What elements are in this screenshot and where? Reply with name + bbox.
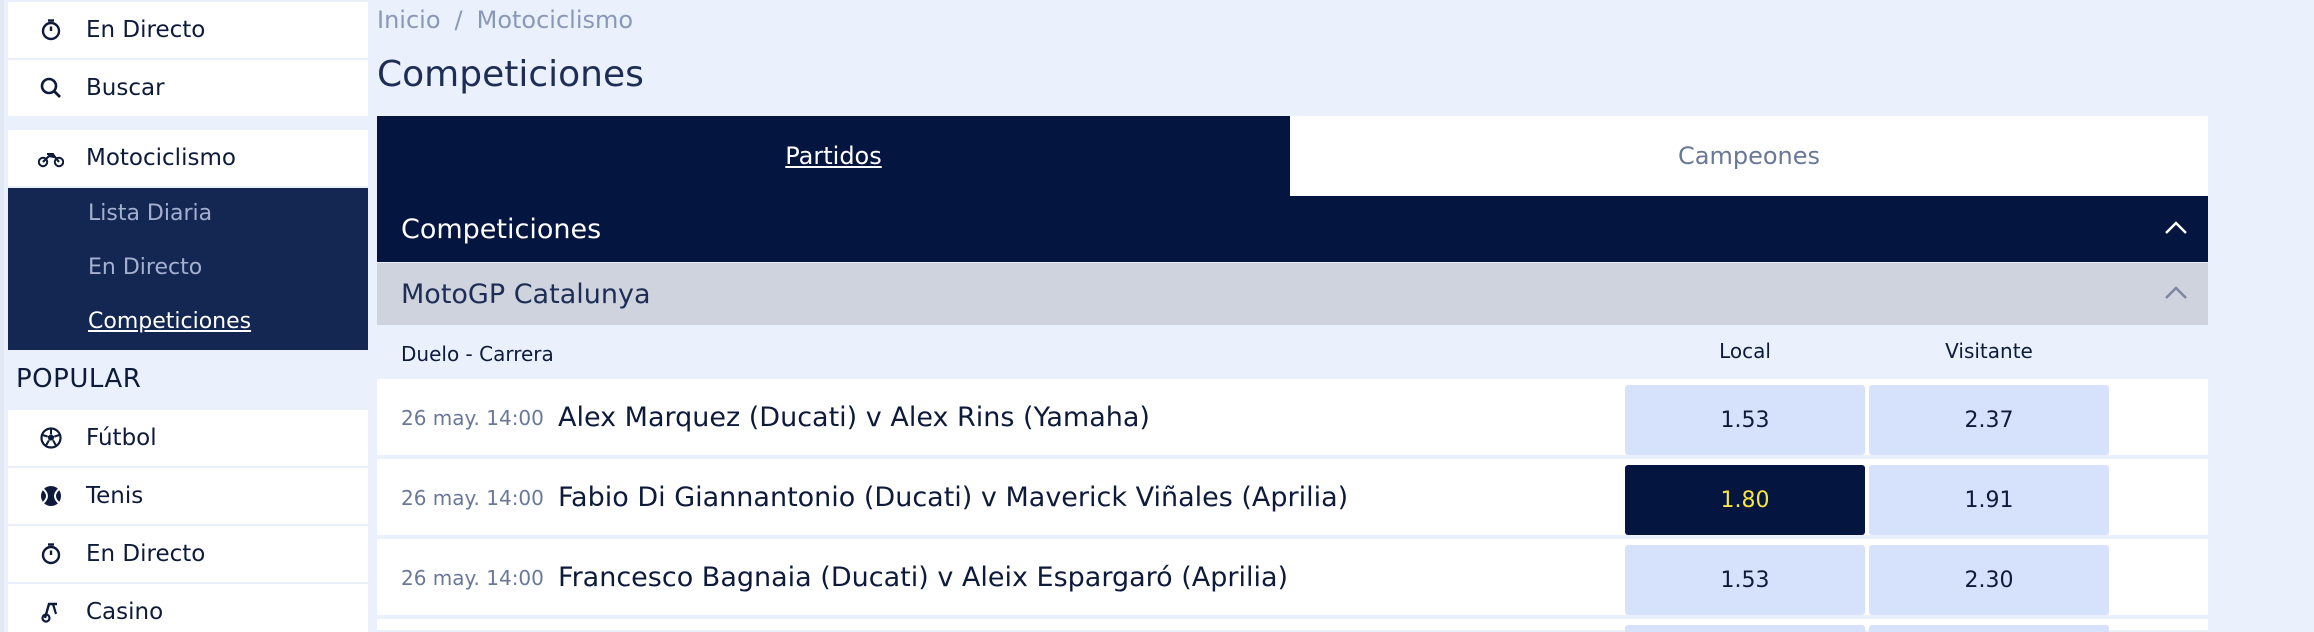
breadcrumb: Inicio / Motociclismo	[377, 6, 633, 34]
sidebar-item-label: En Directo	[86, 17, 206, 43]
event-name[interactable]: Fabio Di Giannantonio (Ducati) v Maveric…	[558, 482, 1348, 513]
column-away-label: Visitante	[1945, 339, 2033, 363]
popular-section-title: POPULAR	[16, 364, 142, 394]
stopwatch-icon	[36, 15, 66, 45]
event-row-partial	[377, 619, 2208, 632]
sidebar-item-label: Fútbol	[86, 425, 157, 451]
chevron-up-icon[interactable]	[2164, 220, 2188, 239]
market-header: Duelo - Carrera Local Visitante	[377, 325, 2208, 379]
competition-group-header[interactable]: MotoGP Catalunya	[377, 263, 2208, 325]
search-icon	[36, 73, 66, 103]
sidebar-item-label: Buscar	[86, 75, 165, 101]
odds-button-away[interactable]	[1869, 625, 2109, 632]
odds-button-away[interactable]: 2.30	[1869, 545, 2109, 615]
sidebar-item-label: En Directo	[86, 541, 206, 567]
event-name[interactable]: Alex Marquez (Ducati) v Alex Rins (Yamah…	[558, 402, 1150, 433]
page-title: Competiciones	[377, 54, 644, 95]
stopwatch-icon	[36, 539, 66, 569]
sidebar-subitem-competitions[interactable]: Competiciones	[88, 309, 251, 334]
breadcrumb-separator: /	[454, 6, 463, 34]
sidebar-subitem-daily-list[interactable]: Lista Diaria	[88, 201, 212, 226]
tab-champions[interactable]: Campeones	[1290, 116, 2208, 196]
event-row[interactable]: 26 may. 14:00 Alex Marquez (Ducati) v Al…	[377, 379, 2208, 457]
tab-matches[interactable]: Partidos	[377, 116, 1290, 196]
tabs: Partidos Campeones	[377, 116, 2208, 196]
odds-button-away[interactable]: 1.91	[1869, 465, 2109, 535]
odds-button-local[interactable]: 1.53	[1625, 545, 1865, 615]
sidebar-item-motorcycling[interactable]: Motociclismo	[8, 130, 368, 188]
event-time: 26 may. 14:00	[401, 566, 544, 590]
odds-button-local-selected[interactable]: 1.80	[1625, 465, 1865, 535]
sidebar-item-label: Motociclismo	[86, 145, 236, 171]
odds-button-local[interactable]: 1.53	[1625, 385, 1865, 455]
sidebar-item-label: Tenis	[86, 483, 144, 509]
column-local-label: Local	[1719, 339, 1771, 363]
sidebar-item-live-popular[interactable]: En Directo	[8, 526, 368, 584]
sidebar-item-label: Casino	[86, 599, 164, 625]
sidebar-item-search[interactable]: Buscar	[8, 60, 368, 118]
event-time: 26 may. 14:00	[401, 486, 544, 510]
odds-button-local[interactable]	[1625, 625, 1865, 632]
breadcrumb-home[interactable]: Inicio	[377, 6, 441, 34]
sidebar-item-live[interactable]: En Directo	[8, 2, 368, 60]
competitions-header[interactable]: Competiciones	[377, 196, 2208, 262]
sidebar-item-casino[interactable]: Casino	[8, 584, 368, 632]
sidebar-subnav: Lista Diaria En Directo Competiciones	[8, 188, 368, 350]
breadcrumb-current[interactable]: Motociclismo	[477, 6, 633, 34]
tennis-ball-icon	[36, 481, 66, 511]
cherries-icon	[36, 597, 66, 627]
event-time: 26 may. 14:00	[401, 406, 544, 430]
odds-button-away[interactable]: 2.37	[1869, 385, 2109, 455]
sidebar: En Directo Buscar Motociclismo Lista Dia…	[0, 0, 368, 632]
sidebar-subitem-live[interactable]: En Directo	[88, 255, 202, 280]
chevron-up-icon[interactable]	[2164, 285, 2188, 304]
event-row[interactable]: 26 may. 14:00 Francesco Bagnaia (Ducati)…	[377, 539, 2208, 617]
competition-group-title: MotoGP Catalunya	[401, 278, 651, 310]
sidebar-item-football[interactable]: Fútbol	[8, 410, 368, 468]
event-row[interactable]: 26 may. 14:00 Fabio Di Giannantonio (Duc…	[377, 459, 2208, 537]
motorcycle-icon	[36, 143, 66, 173]
soccer-ball-icon	[36, 423, 66, 453]
market-name: Duelo - Carrera	[401, 342, 554, 366]
sidebar-item-tennis[interactable]: Tenis	[8, 468, 368, 526]
event-name[interactable]: Francesco Bagnaia (Ducati) v Aleix Espar…	[558, 562, 1288, 593]
competitions-header-title: Competiciones	[401, 213, 602, 245]
